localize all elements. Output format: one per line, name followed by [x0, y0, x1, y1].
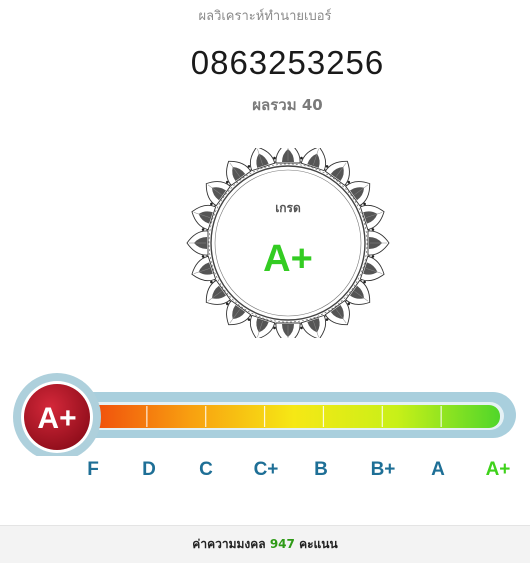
- phone-number: 0863253256: [190, 44, 385, 81]
- scale-letter: C+: [253, 459, 279, 480]
- grade-meter: A+: [13, 373, 516, 456]
- score-prefix: ค่าความมงคล: [192, 537, 266, 551]
- score-value: 947: [269, 537, 295, 551]
- grade-value: A+: [263, 238, 313, 280]
- scale-letter: A: [431, 459, 445, 480]
- scale-letter: B: [314, 459, 328, 480]
- scale-letter: B+: [370, 459, 396, 480]
- scale-letter: F: [87, 459, 99, 480]
- total-value: 40: [301, 96, 323, 114]
- total-label: ผลรวม: [252, 96, 297, 114]
- score-suffix: คะแนน: [299, 537, 338, 551]
- score-footer: ค่าความมงคล 947 คะแนน: [0, 525, 530, 563]
- meter-fill: [88, 405, 500, 428]
- scale-letter: A+: [485, 459, 511, 480]
- total-sum: ผลรวม 40: [0, 93, 530, 117]
- scale-letter: C: [199, 459, 213, 480]
- scale-letter: D: [142, 459, 156, 480]
- page-title: ผลวิเคราะห์ทำนายเบอร์: [198, 9, 332, 24]
- grade-label: เกรด: [275, 201, 301, 215]
- grade-badge-text: A+: [37, 402, 76, 435]
